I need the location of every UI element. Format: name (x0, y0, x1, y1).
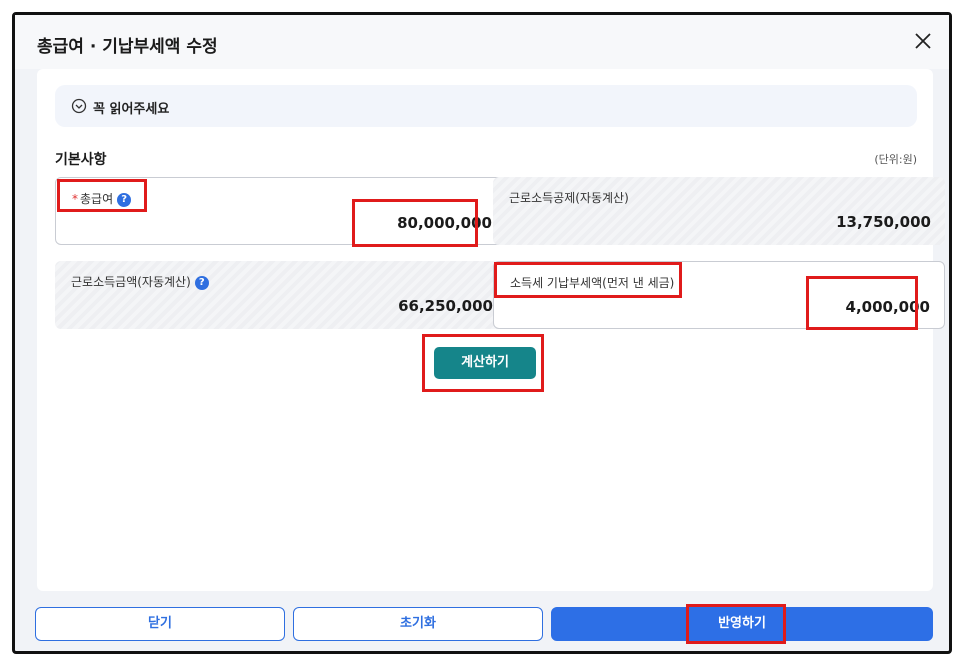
earned-income-amount-label: 근로소득금액(자동계산)? (71, 273, 209, 290)
earned-income-amount-field: 근로소득금액(자동계산)? 66,250,000 (55, 261, 507, 329)
help-icon[interactable]: ? (194, 275, 209, 290)
close-icon[interactable] (911, 29, 935, 53)
dialog-footer: 닫기 초기화 반영하기 (15, 593, 949, 653)
notice-label: 꼭 읽어주세요 (93, 102, 170, 117)
earned-income-amount-value: 66,250,000 (398, 297, 493, 315)
notice-toggle[interactable]: 꼭 읽어주세요 (55, 85, 917, 127)
earned-income-deduction-field: 근로소득공제(자동계산) 13,750,000 (493, 177, 945, 245)
highlight-gross-salary-value (352, 199, 478, 247)
highlight-calculate-button (422, 334, 544, 392)
highlight-apply-button (686, 604, 786, 644)
dialog-title: 총급여 · 기납부세액 수정 (37, 37, 218, 57)
unit-label: (단위:원) (874, 153, 917, 166)
chevron-down-circle-icon (71, 98, 87, 114)
earned-income-amount-label-text: 근로소득금액(자동계산) (71, 275, 191, 289)
earned-income-deduction-value: 13,750,000 (836, 213, 931, 231)
dialog: 총급여 · 기납부세액 수정 꼭 읽어주세요 기본사항 (단위:원) * 총급여?… (12, 12, 952, 654)
form-panel: 꼭 읽어주세요 기본사항 (단위:원) * 총급여? 80,000,000 근로소… (37, 69, 945, 591)
section-title: 기본사항 (55, 152, 107, 168)
highlight-prepaid-tax-value (806, 276, 918, 330)
reset-button[interactable]: 초기화 (293, 607, 543, 641)
dialog-header: 총급여 · 기납부세액 수정 (15, 15, 949, 69)
close-button[interactable]: 닫기 (35, 607, 285, 641)
earned-income-deduction-label: 근로소득공제(자동계산) (509, 191, 629, 205)
highlight-gross-salary-label (57, 179, 147, 212)
highlight-prepaid-tax-label (494, 262, 682, 298)
